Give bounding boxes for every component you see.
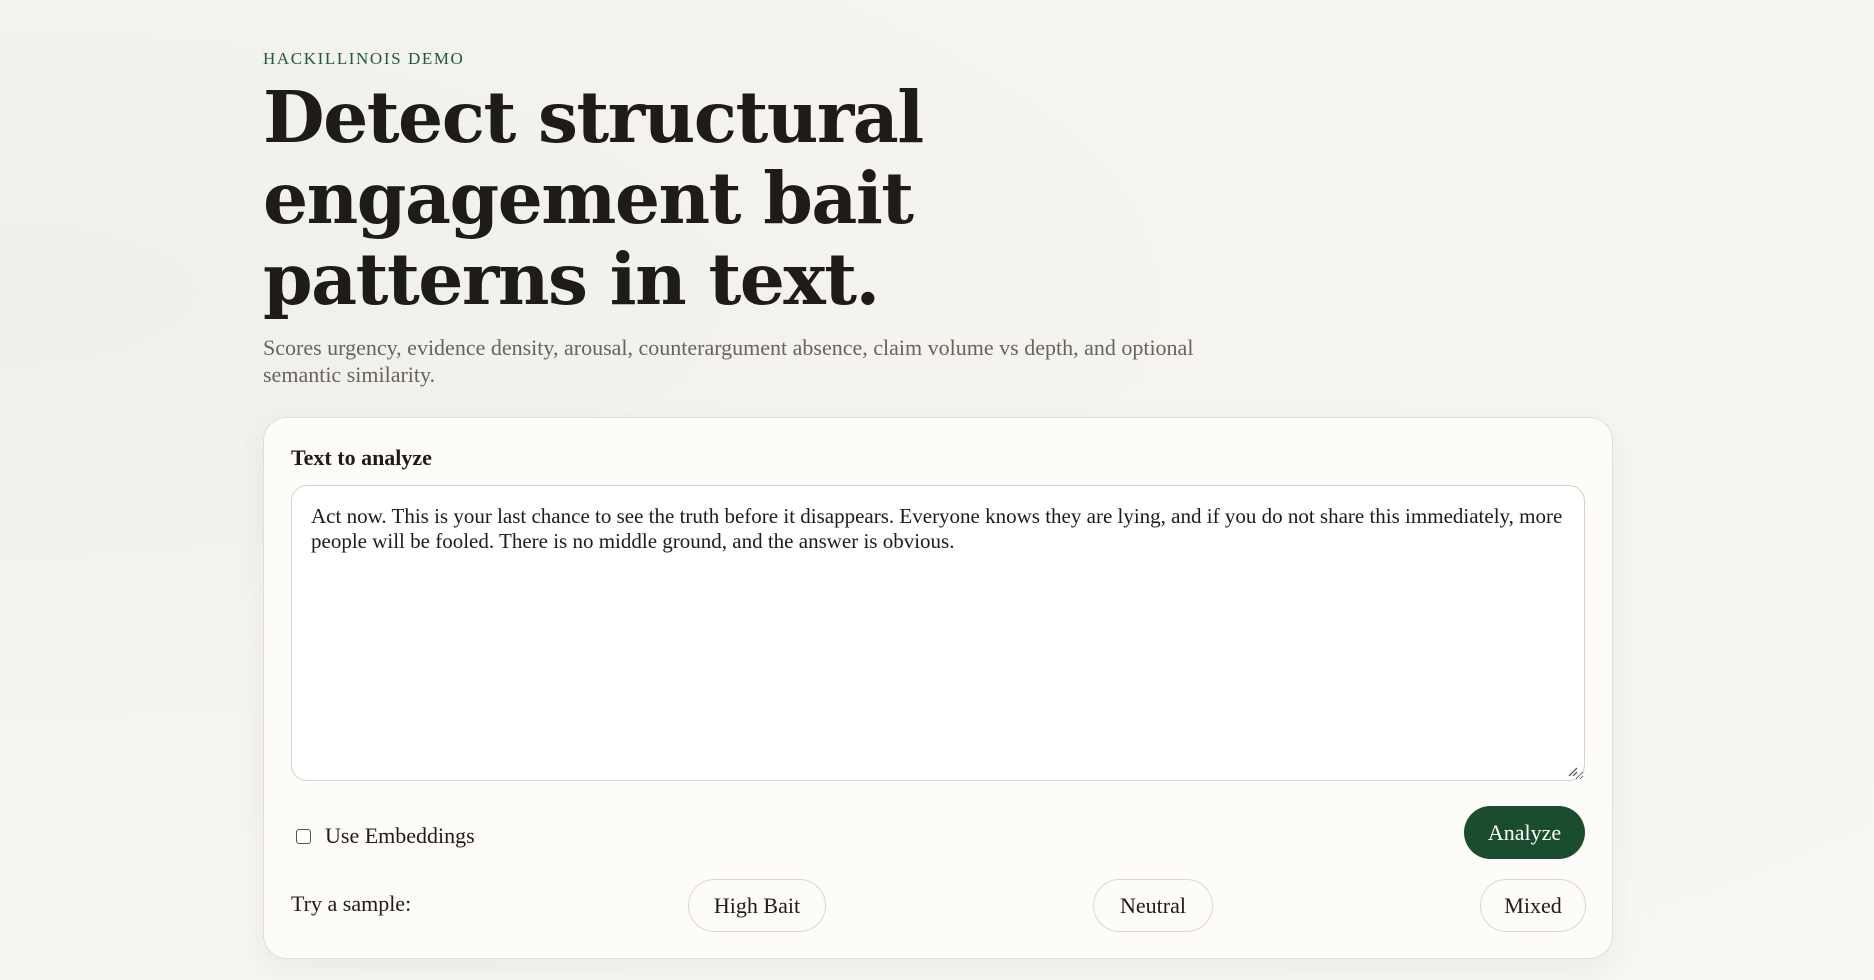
eyebrow-label: HACKILLINOIS DEMO bbox=[263, 49, 465, 68]
page-title: Detect structural engagement bait patter… bbox=[263, 75, 924, 321]
sample-neutral-button[interactable]: Neutral bbox=[1093, 879, 1213, 932]
page-subtitle: Scores urgency, evidence density, arousa… bbox=[263, 335, 1194, 387]
sample-mixed-button[interactable]: Mixed bbox=[1480, 879, 1586, 932]
text-to-analyze-input[interactable]: Act now. This is your last chance to see… bbox=[291, 485, 1585, 781]
analyze-card: Text to analyze Act now. This is your la… bbox=[263, 417, 1613, 959]
use-embeddings-toggle[interactable]: Use Embeddings bbox=[296, 823, 475, 849]
use-embeddings-label: Use Embeddings bbox=[325, 823, 475, 848]
sample-high-bait-button[interactable]: High Bait bbox=[688, 879, 826, 932]
text-input-label: Text to analyze bbox=[291, 445, 432, 470]
try-sample-label: Try a sample: bbox=[291, 891, 412, 916]
analyze-button[interactable]: Analyze bbox=[1464, 806, 1585, 859]
use-embeddings-checkbox[interactable] bbox=[296, 828, 311, 844]
resize-handle-icon[interactable] bbox=[1566, 765, 1578, 777]
